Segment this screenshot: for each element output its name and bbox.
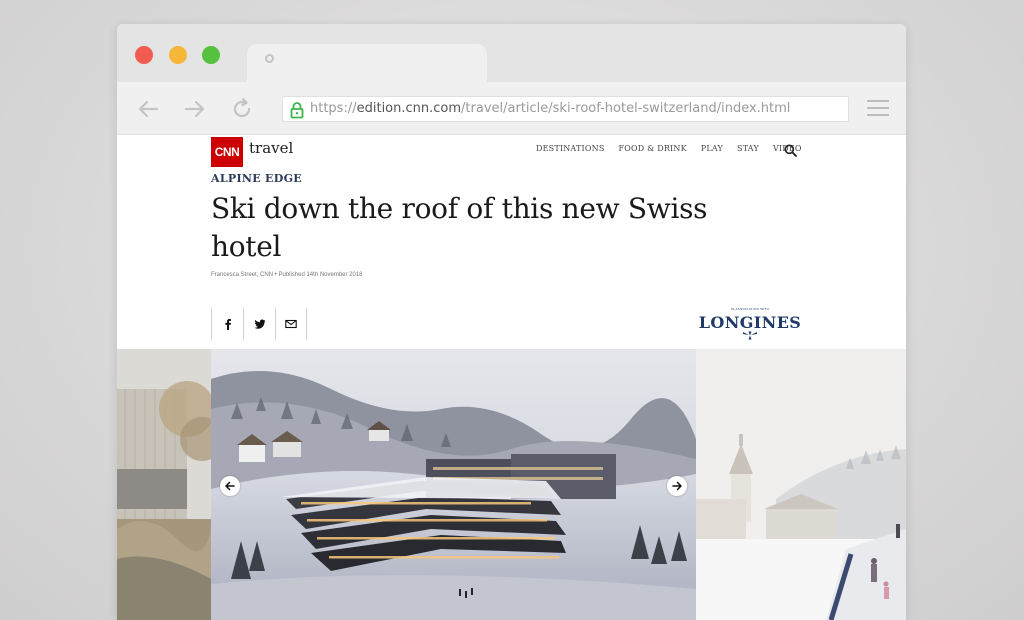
- close-window-button[interactable]: [135, 46, 153, 64]
- photo-gallery: [117, 349, 906, 620]
- hamburger-menu-icon[interactable]: [867, 100, 889, 118]
- maximize-window-button[interactable]: [202, 46, 220, 64]
- nav-play[interactable]: PLAY: [701, 144, 723, 153]
- share-twitter-button[interactable]: [243, 308, 275, 340]
- cnn-logo[interactable]: CNN: [211, 137, 243, 167]
- url-path: /travel/article/ski-roof-hotel-switzerla…: [461, 101, 791, 116]
- nav-destinations[interactable]: DESTINATIONS: [536, 144, 605, 153]
- forward-button[interactable]: [182, 96, 208, 122]
- browser-tab[interactable]: [247, 44, 487, 82]
- menu-line: [867, 114, 889, 116]
- browser-window: https://edition.cnn.com/travel/article/s…: [117, 24, 906, 620]
- email-icon: [285, 319, 297, 329]
- article-headline: Ski down the roof of this new Swiss hote…: [211, 192, 708, 263]
- snowy-village-image: [696, 349, 906, 620]
- nav-food-drink[interactable]: FOOD & DRINK: [619, 144, 687, 153]
- reload-icon: [233, 97, 251, 118]
- gallery-slide-previous[interactable]: [117, 349, 211, 620]
- gallery-next-button[interactable]: [667, 476, 687, 496]
- share-facebook-button[interactable]: [211, 308, 243, 340]
- timber-building-image: [117, 349, 211, 620]
- arrow-right-icon: [672, 481, 682, 491]
- sponsor-tagline: IN ASSOCIATION WITH: [730, 307, 770, 311]
- share-email-button[interactable]: [275, 308, 307, 340]
- nav-stay[interactable]: STAY: [737, 144, 759, 153]
- minimize-window-button[interactable]: [169, 46, 187, 64]
- gallery-prev-button[interactable]: [220, 476, 240, 496]
- lock-icon: [290, 102, 304, 119]
- twitter-icon: [254, 319, 265, 329]
- url-domain: edition.cnn.com: [356, 101, 462, 116]
- sponsor-logo[interactable]: IN ASSOCIATION WITH LONGINES: [697, 307, 803, 341]
- title-bar: [117, 24, 906, 82]
- gallery-slide-next[interactable]: [696, 349, 906, 620]
- menu-line: [867, 107, 889, 109]
- web-page: CNN travel DESTINATIONS FOOD & DRINK PLA…: [117, 135, 906, 620]
- url-text: https://edition.cnn.com/travel/article/s…: [310, 101, 790, 116]
- gallery-slide-current[interactable]: [211, 349, 696, 620]
- site-navigation: DESTINATIONS FOOD & DRINK PLAY STAY VIDE…: [536, 144, 816, 153]
- forward-arrow-icon: [184, 100, 205, 118]
- url-prefix: https://: [310, 101, 357, 116]
- browser-toolbar: https://edition.cnn.com/travel/article/s…: [117, 82, 906, 135]
- menu-line: [867, 100, 889, 102]
- sponsor-name: LONGINES: [698, 313, 802, 332]
- reload-button[interactable]: [229, 96, 255, 122]
- facebook-icon: [224, 319, 231, 330]
- ski-roof-hotel-image: [211, 349, 696, 620]
- article-kicker: ALPINE EDGE: [211, 172, 302, 185]
- back-button[interactable]: [135, 96, 161, 122]
- winged-hourglass-icon: [743, 331, 757, 340]
- tab-favicon-icon: [265, 54, 274, 63]
- article-byline: Francesca Street, CNN • Published 14th N…: [211, 272, 363, 278]
- address-bar[interactable]: https://edition.cnn.com/travel/article/s…: [282, 96, 849, 122]
- section-brand[interactable]: travel: [249, 139, 293, 157]
- arrow-left-icon: [225, 481, 235, 491]
- search-icon[interactable]: [784, 144, 797, 157]
- back-arrow-icon: [138, 100, 159, 118]
- share-bar: [211, 308, 307, 340]
